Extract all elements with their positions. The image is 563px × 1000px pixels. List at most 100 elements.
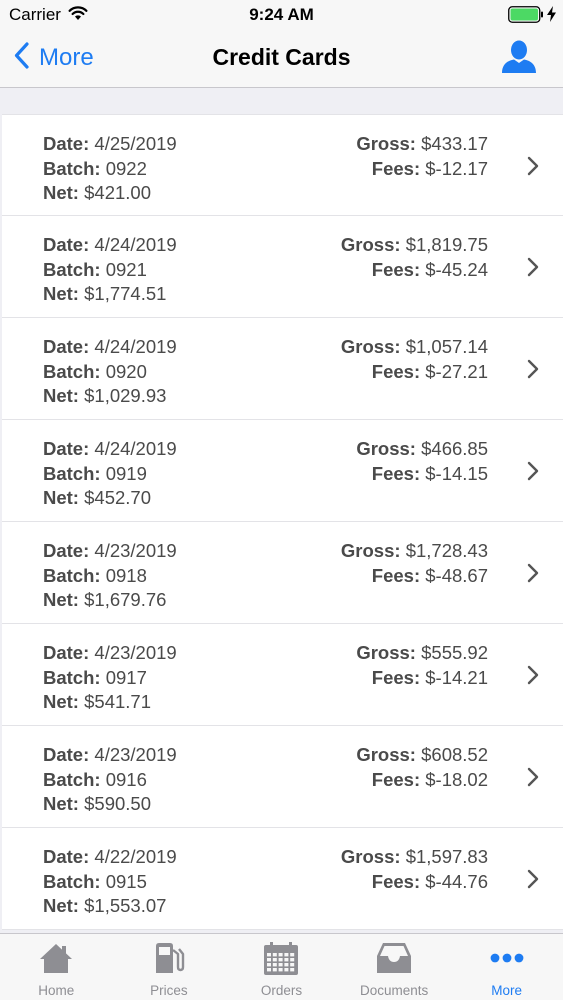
list-item[interactable]: Date: 4/24/2019 Batch: 0921 Net: $1,774.…: [2, 216, 563, 318]
gross-line: Gross: $1,819.75: [341, 233, 488, 258]
batch-summary-left: Date: 4/24/2019 Batch: 0919 Net: $452.70: [43, 437, 177, 511]
navigation-bar: More Credit Cards: [0, 30, 563, 88]
gross-value: $1,728.43: [405, 540, 488, 561]
net-line: Net: $590.50: [43, 792, 177, 817]
batch-value: 0922: [105, 157, 147, 179]
net-label: Net:: [43, 283, 79, 304]
gross-line: Gross: $1,057.14: [341, 335, 488, 360]
list-item[interactable]: Date: 4/23/2019 Batch: 0917 Net: $541.71…: [2, 624, 563, 726]
gross-value: $1,597.83: [405, 846, 488, 867]
chevron-right-icon: [526, 155, 540, 182]
list-item[interactable]: Date: 4/25/2019 Batch: 0922 Net: $421.00…: [2, 114, 563, 216]
fees-label: Fees:: [371, 258, 421, 280]
batch-line: Batch: 0916: [43, 768, 177, 793]
batch-line: Batch: 0919: [43, 462, 177, 487]
batch-label: Batch:: [43, 870, 101, 892]
tab-label: Orders: [260, 983, 303, 998]
fees-value: $-14.15: [425, 462, 488, 484]
batch-line: Batch: 0918: [43, 564, 177, 589]
user-icon: [500, 40, 538, 78]
batch-summary-right: Gross: $1,057.14 Fees: $-27.21: [341, 335, 488, 384]
tab-label: Documents: [359, 983, 429, 998]
gross-label: Gross:: [340, 846, 401, 867]
fees-value: $-27.21: [425, 360, 488, 382]
date-line: Date: 4/23/2019: [43, 539, 177, 564]
date-value: 4/24/2019: [94, 234, 177, 255]
profile-button[interactable]: [500, 40, 538, 79]
fees-line: Fees: $-18.02: [356, 768, 488, 793]
list-item[interactable]: Date: 4/24/2019 Batch: 0919 Net: $452.70…: [2, 420, 563, 522]
batch-summary-left: Date: 4/24/2019 Batch: 0921 Net: $1,774.…: [43, 233, 177, 307]
net-value: $452.70: [84, 487, 151, 508]
batch-line: Batch: 0920: [43, 360, 177, 385]
list-item[interactable]: Date: 4/24/2019 Batch: 0920 Net: $1,029.…: [2, 318, 563, 420]
batch-summary-right: Gross: $555.92 Fees: $-14.21: [356, 641, 488, 690]
list-item[interactable]: Date: 4/22/2019 Batch: 0915 Net: $1,553.…: [2, 828, 563, 930]
batch-value: 0916: [105, 768, 147, 790]
tab-orders[interactable]: Orders: [225, 934, 338, 1000]
gross-line: Gross: $466.85: [356, 437, 488, 462]
fees-label: Fees:: [371, 768, 421, 790]
net-label: Net:: [43, 182, 79, 203]
net-value: $1,679.76: [84, 589, 167, 610]
chevron-left-icon: [14, 42, 29, 74]
chevron-right-icon: [526, 256, 540, 283]
gross-value: $433.17: [421, 133, 488, 154]
fees-value: $-45.24: [425, 258, 488, 280]
tab-documents[interactable]: Documents: [338, 934, 451, 1000]
batch-summary-left: Date: 4/25/2019 Batch: 0922 Net: $421.00: [43, 132, 177, 206]
net-label: Net:: [43, 691, 79, 712]
date-label: Date:: [43, 744, 90, 765]
batch-summary-right: Gross: $608.52 Fees: $-18.02: [356, 743, 488, 792]
batch-label: Batch:: [43, 462, 101, 484]
net-value: $1,774.51: [84, 283, 167, 304]
fees-line: Fees: $-14.15: [356, 462, 488, 487]
date-value: 4/24/2019: [94, 336, 177, 357]
net-label: Net:: [43, 589, 79, 610]
batch-summary-left: Date: 4/24/2019 Batch: 0920 Net: $1,029.…: [43, 335, 177, 409]
date-label: Date:: [43, 642, 90, 663]
chevron-right-icon: [526, 664, 540, 691]
screen: Carrier 9:24 AM More Credit Cards Date: …: [0, 0, 563, 1000]
date-label: Date:: [43, 438, 90, 459]
net-label: Net:: [43, 793, 79, 814]
net-line: Net: $541.71: [43, 690, 177, 715]
batch-summary-right: Gross: $1,819.75 Fees: $-45.24: [341, 233, 488, 282]
batch-summary-right: Gross: $433.17 Fees: $-12.17: [356, 132, 488, 181]
date-line: Date: 4/24/2019: [43, 233, 177, 258]
date-label: Date:: [43, 846, 90, 867]
list-item[interactable]: Date: 4/23/2019 Batch: 0916 Net: $590.50…: [2, 726, 563, 828]
fees-label: Fees:: [371, 462, 421, 484]
fees-value: $-44.76: [425, 870, 488, 892]
fees-value: $-18.02: [425, 768, 488, 790]
date-value: 4/23/2019: [94, 540, 177, 561]
home-icon: [38, 942, 74, 979]
list-item[interactable]: Date: 4/23/2019 Batch: 0918 Net: $1,679.…: [2, 522, 563, 624]
net-line: Net: $452.70: [43, 486, 177, 511]
back-button[interactable]: More: [14, 41, 94, 75]
date-value: 4/25/2019: [94, 133, 177, 154]
fees-line: Fees: $-44.76: [341, 870, 488, 895]
fees-value: $-12.17: [425, 157, 488, 179]
batch-line: Batch: 0922: [43, 157, 177, 182]
net-line: Net: $1,679.76: [43, 588, 177, 613]
batch-summary-left: Date: 4/23/2019 Batch: 0916 Net: $590.50: [43, 743, 177, 817]
more-dots-icon: [490, 942, 524, 979]
gross-label: Gross:: [356, 133, 416, 154]
batch-summary-left: Date: 4/23/2019 Batch: 0918 Net: $1,679.…: [43, 539, 177, 613]
tab-prices[interactable]: Prices: [113, 934, 226, 1000]
fees-value: $-48.67: [425, 564, 488, 586]
status-bar: Carrier 9:24 AM: [0, 0, 563, 30]
batch-label: Batch:: [43, 157, 101, 179]
net-value: $421.00: [84, 182, 151, 203]
net-value: $1,553.07: [84, 895, 167, 916]
tab-bar: Home Prices Orders Documents More: [0, 933, 563, 1000]
clock: 9:24 AM: [249, 5, 314, 24]
tab-more[interactable]: More: [450, 934, 563, 1000]
gross-label: Gross:: [340, 336, 401, 357]
tab-home[interactable]: Home: [0, 934, 113, 1000]
gross-label: Gross:: [356, 642, 416, 663]
calendar-icon: [263, 942, 299, 981]
batch-summary-left: Date: 4/22/2019 Batch: 0915 Net: $1,553.…: [43, 845, 177, 919]
net-line: Net: $421.00: [43, 181, 177, 206]
